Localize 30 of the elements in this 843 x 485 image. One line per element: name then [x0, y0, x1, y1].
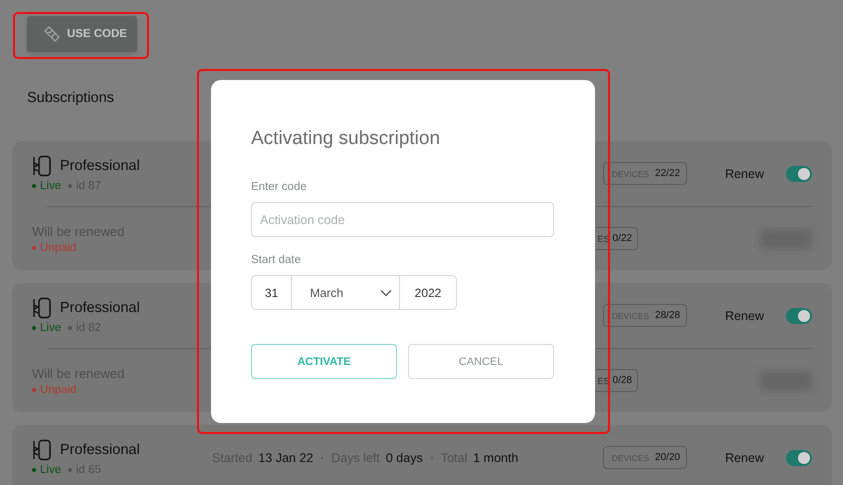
use-code-button[interactable]: USE CODE: [27, 16, 137, 52]
renew-label: Renew: [725, 450, 764, 464]
separator-dot: [68, 326, 72, 330]
field-label: Start date: [251, 254, 302, 266]
payment-status: Unpaid: [40, 242, 76, 254]
detail-value: 13 Jan 22: [258, 450, 314, 464]
ticket-icon: [43, 25, 61, 43]
status-label: Live: [40, 322, 62, 334]
detail-value: 0 days: [386, 450, 423, 464]
separator-dot: [68, 184, 72, 188]
renew-toggle[interactable]: [786, 308, 812, 324]
device-icon: [32, 155, 52, 177]
code-input-field[interactable]: Activation code: [251, 202, 554, 237]
renew-label: Renew: [725, 166, 764, 180]
field-label: Enter code: [251, 181, 308, 193]
device-icon: [32, 297, 52, 319]
status-label: Live: [40, 464, 62, 476]
payment-status: Unpaid: [40, 384, 76, 396]
plan-name: Professional: [60, 158, 140, 174]
renew-toggle[interactable]: [786, 166, 812, 182]
plan-name: Professional: [60, 442, 140, 458]
status-label: Live: [40, 180, 62, 192]
detail-value: 1 month: [473, 450, 518, 464]
renew-label: Renew: [725, 308, 764, 322]
dialog-title: Activating subscription: [251, 128, 442, 151]
renew-toggle[interactable]: [786, 450, 812, 466]
separator-dot: [68, 468, 72, 472]
section-title: Subscriptions: [26, 89, 116, 108]
device-icon: [32, 439, 52, 461]
plan-name: Professional: [60, 300, 140, 316]
